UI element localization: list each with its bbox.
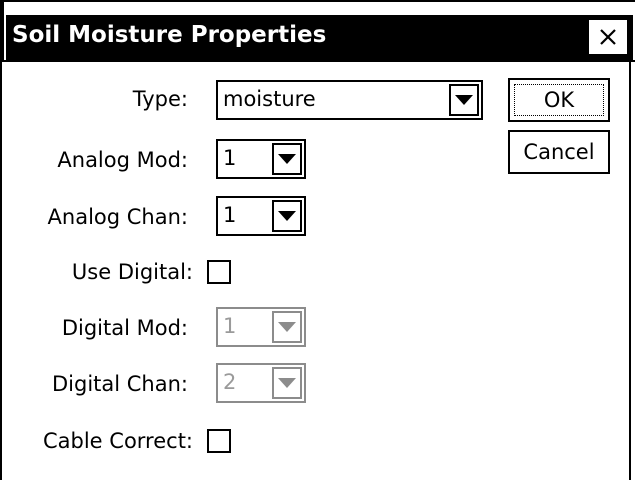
title-bar: Soil Moisture Properties bbox=[2, 0, 635, 62]
ok-button[interactable]: OK bbox=[508, 78, 610, 122]
type-select[interactable]: moisture bbox=[216, 80, 483, 120]
chevron-down-icon bbox=[278, 378, 296, 388]
close-icon bbox=[600, 29, 616, 45]
chevron-down-icon bbox=[278, 322, 296, 332]
cable-correct-checkbox[interactable] bbox=[207, 429, 231, 453]
digital-chan-label: Digital Chan: bbox=[51, 372, 188, 396]
analog-chan-label: Analog Chan: bbox=[47, 205, 188, 229]
title-bar-fill: Soil Moisture Properties bbox=[6, 15, 633, 60]
type-value: moisture bbox=[223, 87, 316, 111]
close-button[interactable] bbox=[587, 18, 629, 56]
digital-chan-select: 2 bbox=[216, 363, 306, 403]
cancel-button[interactable]: Cancel bbox=[508, 130, 610, 174]
analog-mod-dropdown-button[interactable] bbox=[272, 143, 302, 175]
use-digital-checkbox[interactable] bbox=[207, 260, 231, 284]
analog-chan-dropdown-button[interactable] bbox=[272, 200, 302, 232]
type-label: Type: bbox=[132, 87, 188, 111]
digital-mod-label: Digital Mod: bbox=[61, 316, 188, 340]
analog-mod-value: 1 bbox=[223, 146, 237, 170]
analog-chan-value: 1 bbox=[223, 203, 237, 227]
soil-moisture-dialog: Soil Moisture Properties Type: moisture … bbox=[0, 0, 635, 480]
analog-mod-select[interactable]: 1 bbox=[216, 139, 306, 179]
analog-chan-select[interactable]: 1 bbox=[216, 196, 306, 236]
chevron-down-icon bbox=[278, 211, 296, 221]
cable-correct-label: Cable Correct: bbox=[42, 429, 193, 453]
focus-ring bbox=[514, 84, 604, 116]
digital-chan-value: 2 bbox=[223, 370, 237, 394]
digital-mod-dropdown-button bbox=[272, 311, 302, 343]
digital-chan-dropdown-button bbox=[272, 367, 302, 399]
type-dropdown-button[interactable] bbox=[449, 84, 479, 116]
chevron-down-icon bbox=[278, 154, 296, 164]
analog-mod-label: Analog Mod: bbox=[57, 148, 188, 172]
dialog-title: Soil Moisture Properties bbox=[12, 22, 327, 48]
chevron-down-icon bbox=[455, 95, 473, 105]
digital-mod-value: 1 bbox=[223, 314, 237, 338]
use-digital-label: Use Digital: bbox=[71, 260, 193, 284]
digital-mod-select: 1 bbox=[216, 307, 306, 347]
cancel-button-label: Cancel bbox=[523, 140, 595, 164]
